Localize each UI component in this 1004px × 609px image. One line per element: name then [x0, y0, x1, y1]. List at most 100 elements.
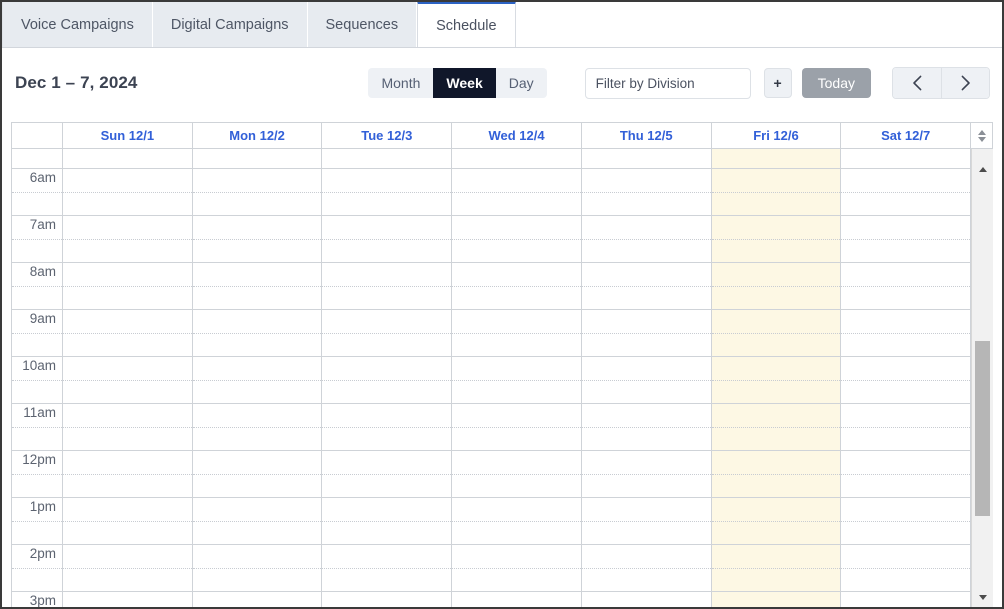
- time-cell[interactable]: [322, 451, 452, 498]
- time-cell[interactable]: [452, 263, 581, 310]
- time-cell[interactable]: [322, 404, 452, 451]
- time-cell[interactable]: [192, 498, 322, 545]
- time-cell[interactable]: [452, 592, 581, 607]
- time-cell[interactable]: [322, 498, 452, 545]
- header-spinner[interactable]: [971, 123, 993, 148]
- time-cell[interactable]: [582, 592, 711, 607]
- previous-week-button[interactable]: [893, 68, 941, 98]
- tab-digital-campaigns[interactable]: Digital Campaigns: [152, 2, 308, 47]
- day-header-thu[interactable]: Thu 12/5: [582, 123, 712, 148]
- time-cell[interactable]: [841, 498, 971, 545]
- time-cell[interactable]: [581, 498, 711, 545]
- view-button-day[interactable]: Day: [495, 68, 547, 98]
- time-cell[interactable]: [452, 310, 581, 357]
- time-cell[interactable]: [841, 310, 971, 357]
- time-cell[interactable]: [63, 169, 192, 216]
- time-cell[interactable]: [452, 357, 581, 404]
- time-cell[interactable]: [581, 404, 711, 451]
- time-cell[interactable]: [581, 357, 711, 404]
- time-cell[interactable]: [841, 545, 971, 592]
- next-week-button[interactable]: [941, 68, 989, 98]
- tab-voice-campaigns[interactable]: Voice Campaigns: [2, 2, 153, 47]
- vertical-scrollbar[interactable]: [971, 149, 993, 607]
- time-cell[interactable]: [322, 263, 452, 310]
- time-cell[interactable]: [322, 592, 451, 607]
- day-header-fri[interactable]: Fri 12/6: [712, 123, 842, 148]
- time-cell[interactable]: [63, 149, 192, 169]
- time-cell[interactable]: [192, 357, 322, 404]
- time-cell[interactable]: [452, 216, 581, 263]
- day-column-fri-today[interactable]: [711, 149, 842, 607]
- time-cell[interactable]: [192, 169, 322, 216]
- view-button-week[interactable]: Week: [433, 68, 496, 98]
- view-button-month[interactable]: Month: [368, 68, 434, 98]
- time-cell[interactable]: [192, 263, 322, 310]
- day-column-wed[interactable]: [452, 149, 582, 607]
- time-cell[interactable]: [581, 216, 711, 263]
- time-cell[interactable]: [322, 149, 452, 169]
- time-cell[interactable]: [192, 545, 322, 592]
- scroll-down-button[interactable]: [972, 587, 993, 607]
- time-cell[interactable]: [841, 149, 971, 169]
- time-cell[interactable]: [581, 545, 711, 592]
- day-column-tue[interactable]: [322, 149, 453, 607]
- time-cell[interactable]: [452, 498, 581, 545]
- time-cell[interactable]: [63, 404, 192, 451]
- time-cell[interactable]: [192, 451, 322, 498]
- time-cell[interactable]: [841, 404, 971, 451]
- time-cell[interactable]: [711, 498, 841, 545]
- time-cell[interactable]: [192, 310, 322, 357]
- time-cell[interactable]: [63, 357, 192, 404]
- day-header-sun[interactable]: Sun 12/1: [63, 123, 193, 148]
- time-cell[interactable]: [581, 310, 711, 357]
- time-cell[interactable]: [192, 404, 322, 451]
- time-cell[interactable]: [452, 169, 581, 216]
- today-button[interactable]: Today: [801, 68, 871, 98]
- time-cell[interactable]: [192, 149, 322, 169]
- time-cell[interactable]: [193, 592, 322, 607]
- time-cell[interactable]: [63, 310, 192, 357]
- time-cell[interactable]: [322, 169, 452, 216]
- time-cell[interactable]: [712, 592, 841, 607]
- day-column-sun[interactable]: [63, 149, 193, 607]
- time-cell[interactable]: [63, 592, 192, 607]
- time-cell[interactable]: [63, 451, 192, 498]
- time-cell[interactable]: [63, 498, 192, 545]
- scrollbar-thumb[interactable]: [975, 341, 991, 516]
- time-cell[interactable]: [63, 216, 192, 263]
- day-column-sat[interactable]: [841, 149, 972, 607]
- time-cell[interactable]: [841, 263, 971, 310]
- tab-sequences[interactable]: Sequences: [307, 2, 418, 47]
- day-column-thu[interactable]: [581, 149, 712, 607]
- time-cell[interactable]: [841, 451, 971, 498]
- time-cell[interactable]: [711, 310, 841, 357]
- day-header-sat[interactable]: Sat 12/7: [841, 123, 972, 148]
- time-cell[interactable]: [711, 545, 841, 592]
- time-cell[interactable]: [452, 545, 581, 592]
- time-cell[interactable]: [581, 169, 711, 216]
- time-cell[interactable]: [63, 263, 192, 310]
- time-cell[interactable]: [192, 216, 322, 263]
- filter-by-division-input[interactable]: [584, 67, 751, 99]
- time-cell[interactable]: [711, 169, 841, 216]
- time-cell[interactable]: [711, 404, 841, 451]
- time-cell[interactable]: [452, 451, 581, 498]
- time-cell[interactable]: [711, 263, 841, 310]
- time-cell[interactable]: [711, 357, 841, 404]
- add-button[interactable]: +: [763, 68, 792, 98]
- time-cell[interactable]: [322, 216, 452, 263]
- day-header-wed[interactable]: Wed 12/4: [452, 123, 582, 148]
- time-cell[interactable]: [322, 545, 452, 592]
- time-cell[interactable]: [841, 592, 970, 607]
- time-cell[interactable]: [841, 169, 971, 216]
- time-cell[interactable]: [322, 357, 452, 404]
- time-cell[interactable]: [841, 357, 971, 404]
- time-cell[interactable]: [581, 149, 711, 169]
- time-cell[interactable]: [841, 216, 971, 263]
- time-cell[interactable]: [63, 545, 192, 592]
- time-cell[interactable]: [711, 216, 841, 263]
- time-cell[interactable]: [452, 149, 581, 169]
- time-cell[interactable]: [452, 404, 581, 451]
- scroll-up-button[interactable]: [972, 159, 993, 179]
- time-cell[interactable]: [581, 263, 711, 310]
